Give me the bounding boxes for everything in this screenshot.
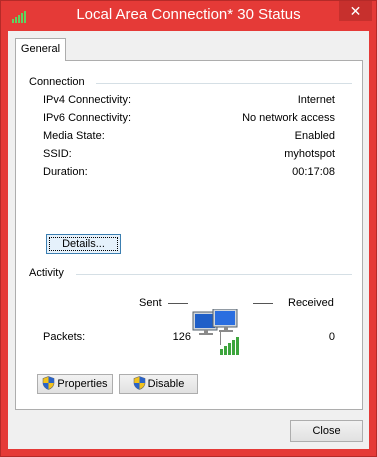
uac-shield-icon	[133, 376, 145, 390]
activity-group-divider	[76, 274, 352, 275]
title-bar[interactable]: Local Area Connection* 30 Status ✕	[1, 1, 376, 31]
close-button[interactable]: Close	[290, 420, 363, 442]
packets-divider	[220, 331, 221, 345]
focus-rectangle	[49, 237, 118, 251]
received-label: Received	[288, 297, 334, 309]
tab-general-label: General	[20, 43, 61, 55]
connection-group-divider	[96, 83, 352, 84]
ssid-value: myhotspot	[284, 148, 335, 160]
details-button[interactable]: Details...	[46, 234, 121, 254]
close-icon: ✕	[349, 3, 362, 19]
sent-label: Sent	[139, 297, 162, 309]
client-area: General Connection IPv4 Connectivity: In…	[8, 31, 369, 449]
disable-button[interactable]: Disable	[119, 374, 198, 394]
uac-shield-icon	[43, 376, 55, 390]
properties-button-label: Properties	[57, 378, 108, 390]
packets-received-value: 0	[328, 331, 335, 343]
received-line	[253, 303, 273, 304]
network-computer-icon	[192, 309, 239, 355]
status-window: Local Area Connection* 30 Status ✕ Gener…	[0, 0, 377, 457]
properties-button[interactable]: Properties	[37, 374, 113, 394]
media-state-label: Media State:	[43, 130, 105, 142]
ipv4-label: IPv4 Connectivity:	[43, 94, 132, 106]
dialog-footer: Close	[8, 415, 369, 449]
connection-group-label: Connection	[29, 76, 85, 88]
ipv4-value: Internet	[297, 94, 335, 106]
ssid-label: SSID:	[43, 148, 72, 160]
tab-general[interactable]: General	[15, 38, 66, 61]
duration-value: 00:17:08	[292, 166, 335, 178]
ipv6-label: IPv6 Connectivity:	[43, 112, 132, 124]
window-title: Local Area Connection* 30 Status	[76, 6, 301, 23]
close-button-label: Close	[312, 425, 341, 437]
media-state-value: Enabled	[294, 130, 335, 142]
disable-button-label: Disable	[147, 378, 185, 390]
general-panel: Connection IPv4 Connectivity: Internet I…	[15, 60, 363, 410]
packets-label: Packets:	[43, 331, 86, 343]
window-close-button[interactable]: ✕	[339, 1, 372, 21]
duration-label: Duration:	[43, 166, 88, 178]
ipv6-value: No network access	[242, 112, 335, 124]
packets-sent-value: 126	[172, 331, 191, 343]
activity-group-label: Activity	[29, 267, 64, 279]
sent-line	[168, 303, 188, 304]
